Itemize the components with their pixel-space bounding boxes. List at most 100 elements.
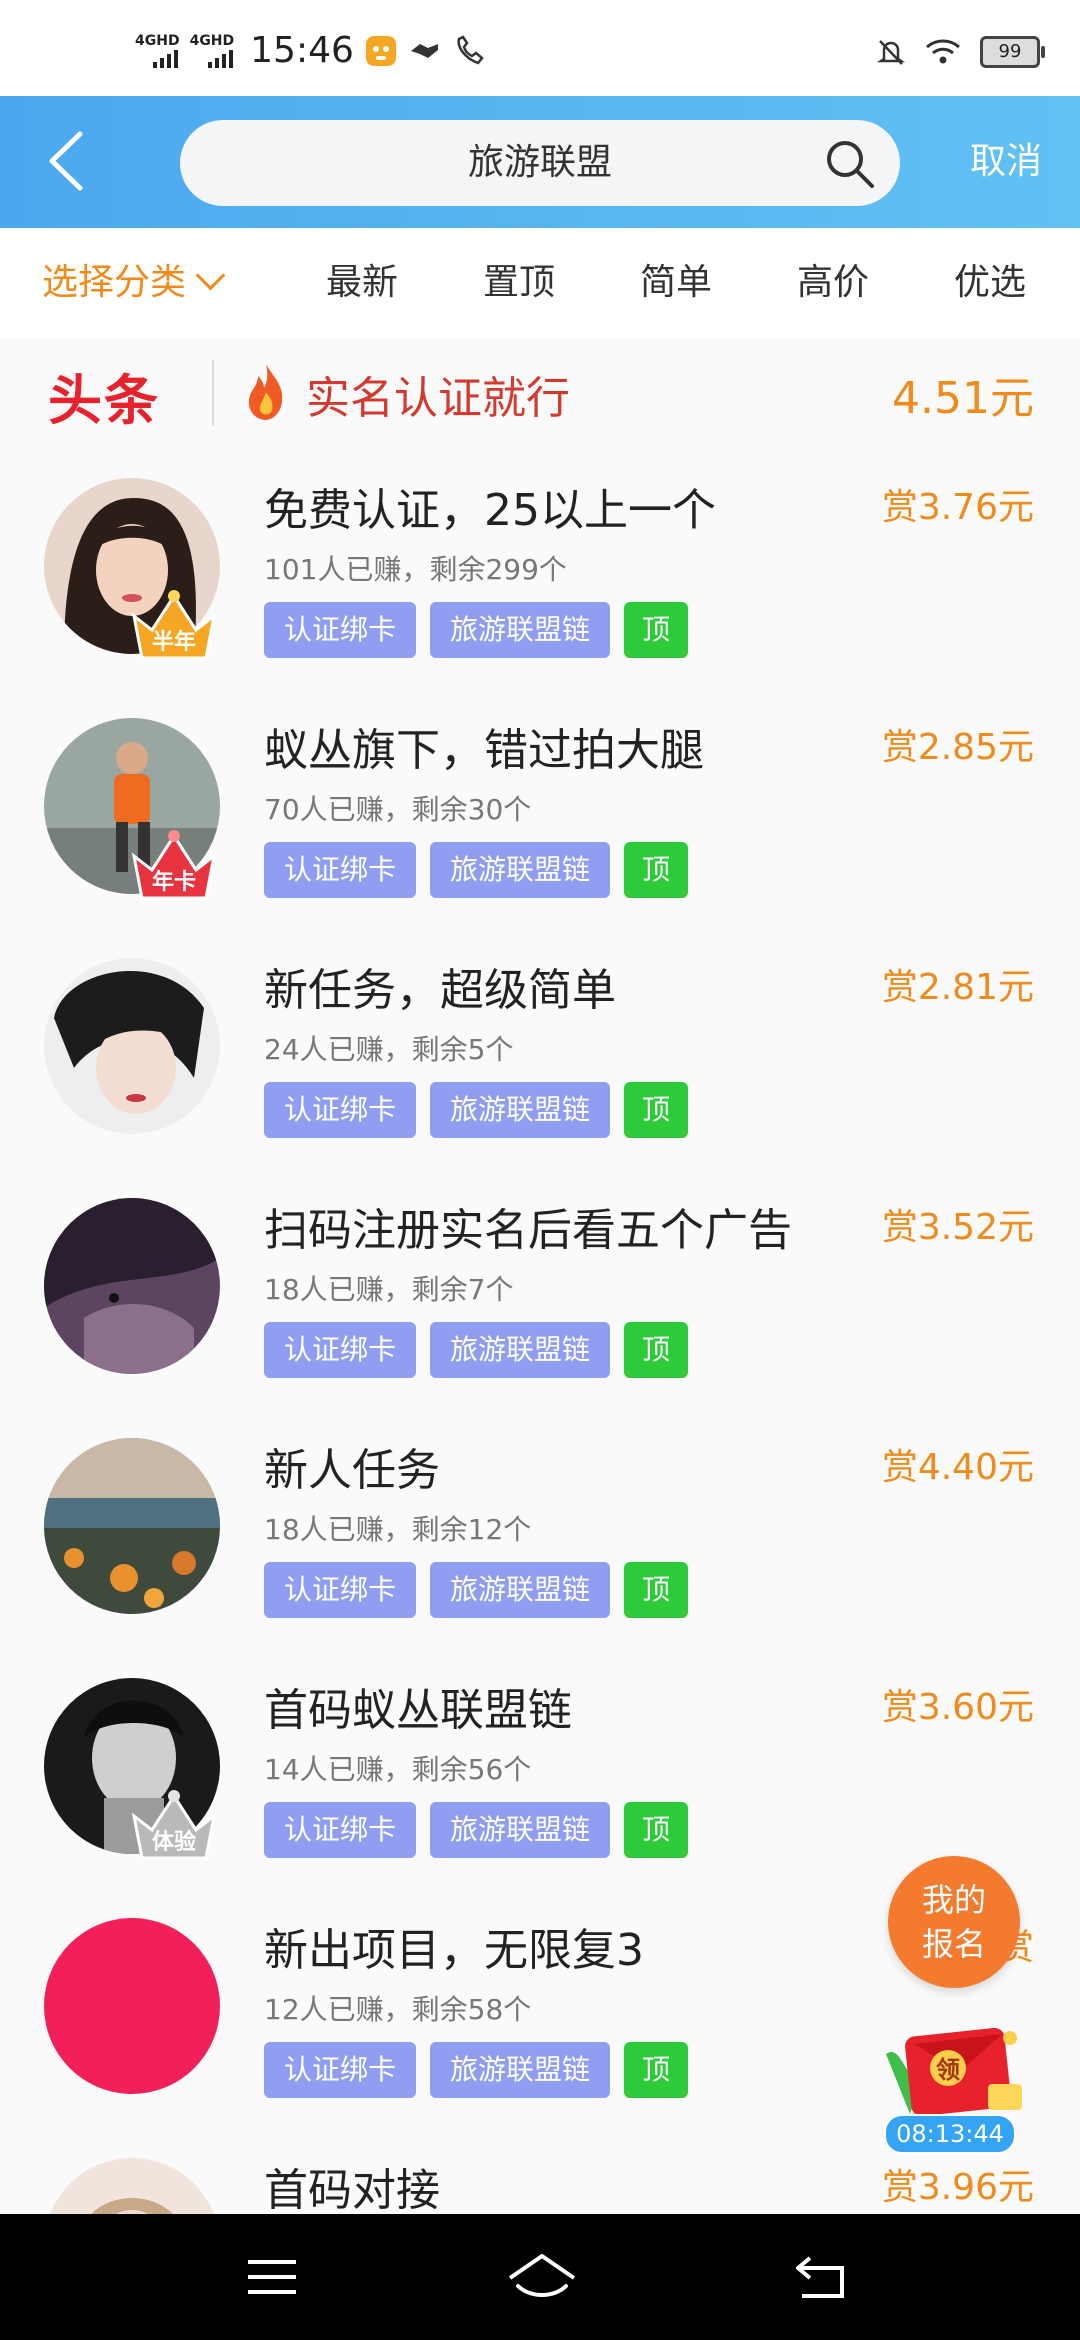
cancel-button[interactable]: 取消 <box>970 96 1042 228</box>
tab-latest[interactable]: 最新 <box>326 228 398 338</box>
task-stats: 70人已赚，剩余30个 <box>264 793 532 826</box>
tag-verify-card: 认证绑卡 <box>264 1082 417 1138</box>
crown-badge-icon <box>131 1790 217 1860</box>
network-type-label: 4GHD <box>189 32 235 49</box>
status-left: 4GHD 4GHD 15:46 <box>135 30 486 71</box>
back-arrow-icon[interactable] <box>40 126 100 196</box>
avatar <box>44 1438 220 1614</box>
search-input[interactable]: 旅游联盟 <box>180 120 900 206</box>
task-reward: 赏2.85元 <box>881 727 1034 768</box>
task-reward: 赏2.81元 <box>881 967 1034 1008</box>
avatar <box>44 1918 220 2094</box>
status-right: 99 <box>876 36 1045 68</box>
task-title: 扫码注册实名后看五个广告 <box>264 1205 792 1256</box>
tag-verify-card: 认证绑卡 <box>264 602 417 658</box>
system-nav-bar <box>0 2214 1080 2340</box>
search-header: 旅游联盟 取消 <box>0 96 1080 228</box>
chevron-down-icon <box>195 260 226 291</box>
list-item[interactable]: 半年 免费认证，25以上一个 赏3.76元 101人已赚，剩余299个 认证绑卡… <box>0 448 1080 688</box>
tag-group: 认证绑卡 旅游联盟链 顶 <box>264 1802 689 1858</box>
task-title: 新出项目，无限复3 <box>264 1925 644 1976</box>
crown-badge-icon <box>131 590 217 660</box>
tag-verify-card: 认证绑卡 <box>264 2042 417 2098</box>
task-title: 新任务，超级简单 <box>264 965 616 1016</box>
status-time: 15:46 <box>250 30 354 71</box>
tag-verify-card: 认证绑卡 <box>264 1322 417 1378</box>
tag-group: 认证绑卡 旅游联盟链 顶 <box>264 2042 689 2098</box>
tab-select-category[interactable]: 选择分类 <box>42 228 226 338</box>
task-stats: 101人已赚，剩余299个 <box>264 553 567 586</box>
tag-pinned: 顶 <box>624 842 689 898</box>
search-icon[interactable] <box>822 136 878 192</box>
task-stats: 24人已赚，剩余5个 <box>264 1033 514 1066</box>
tag-group: 认证绑卡 旅游联盟链 顶 <box>264 1322 689 1378</box>
headline-text: 实名认证就行 <box>306 373 570 424</box>
wifi-icon <box>926 39 960 64</box>
search-input-value: 旅游联盟 <box>467 142 612 183</box>
phone-icon <box>457 34 484 64</box>
task-reward: 赏3.96元 <box>881 2167 1034 2208</box>
task-reward: 赏3.60元 <box>881 1687 1034 1728</box>
signal-bars-icon <box>207 49 233 68</box>
tag-verify-card: 认证绑卡 <box>264 842 417 898</box>
list-item[interactable]: 新任务，超级简单 赏2.81元 24人已赚，剩余5个 认证绑卡 旅游联盟链 顶 <box>0 928 1080 1168</box>
headline-logo: 头条 <box>48 368 160 432</box>
task-title: 首码对接 <box>264 2165 440 2214</box>
tag-chain: 旅游联盟链 <box>430 602 611 658</box>
tag-group: 认证绑卡 旅游联盟链 顶 <box>264 1082 689 1138</box>
tag-chain: 旅游联盟链 <box>430 2042 611 2098</box>
handshake-icon <box>410 43 438 58</box>
task-reward: 赏4.40元 <box>881 1447 1034 1488</box>
tag-group: 认证绑卡 旅游联盟链 顶 <box>264 1562 689 1618</box>
list-item[interactable]: 新人任务 赏4.40元 18人已赚，剩余12个 认证绑卡 旅游联盟链 顶 <box>0 1408 1080 1648</box>
menu-icon[interactable] <box>240 2250 304 2304</box>
fab-label-line2: 报名 <box>921 1925 986 1963</box>
tab-pinned[interactable]: 置顶 <box>483 228 555 338</box>
tag-pinned: 顶 <box>624 1082 689 1138</box>
divider <box>212 360 214 426</box>
tab-high-price[interactable]: 高价 <box>797 228 869 338</box>
task-stats: 12人已赚，剩余58个 <box>264 1993 532 2026</box>
tab-featured[interactable]: 优选 <box>954 228 1026 338</box>
tag-verify-card: 认证绑卡 <box>264 1562 417 1618</box>
home-icon[interactable] <box>506 2250 578 2304</box>
tab-label: 选择分类 <box>42 262 187 303</box>
headline-banner[interactable]: 头条 实名认证就行 4.51元 <box>0 338 1080 448</box>
tag-chain: 旅游联盟链 <box>430 1562 611 1618</box>
list-item[interactable]: 体验 首码蚁丛联盟链 赏3.60元 14人已赚，剩余56个 认证绑卡 旅游联盟链… <box>0 1648 1080 1888</box>
task-title: 免费认证，25以上一个 <box>264 485 716 536</box>
countdown-timer: 08:13:44 <box>884 2114 1016 2154</box>
task-stats: 14人已赚，剩余56个 <box>264 1753 532 1786</box>
task-reward: 赏3.76元 <box>881 487 1034 528</box>
headline-price: 4.51元 <box>892 373 1034 424</box>
avatar <box>44 1198 220 1374</box>
tag-group: 认证绑卡 旅游联盟链 顶 <box>264 602 689 658</box>
mute-bell-icon <box>876 40 906 65</box>
tag-chain: 旅游联盟链 <box>430 842 611 898</box>
tiger-app-icon <box>365 35 396 66</box>
signal-sim1: 4GHD <box>135 34 180 68</box>
tag-group: 认证绑卡 旅游联盟链 顶 <box>264 842 689 898</box>
status-bar: 4GHD 4GHD 15:46 99 <box>0 0 1080 96</box>
tag-pinned: 顶 <box>624 1562 689 1618</box>
crown-badge-icon <box>131 830 217 900</box>
back-nav-icon[interactable] <box>790 2250 854 2304</box>
tag-chain: 旅游联盟链 <box>430 1082 611 1138</box>
fire-icon <box>248 364 283 420</box>
task-title: 新人任务 <box>264 1445 440 1496</box>
tab-simple[interactable]: 简单 <box>640 228 712 338</box>
fab-label-line1: 我的 <box>921 1881 986 1919</box>
tag-verify-card: 认证绑卡 <box>264 1802 417 1858</box>
list-item[interactable]: 年卡 蚁丛旗下，错过拍大腿 赏2.85元 70人已赚，剩余30个 认证绑卡 旅游… <box>0 688 1080 928</box>
list-item[interactable]: 扫码注册实名后看五个广告 赏3.52元 18人已赚，剩余7个 认证绑卡 旅游联盟… <box>0 1168 1080 1408</box>
tag-chain: 旅游联盟链 <box>430 1802 611 1858</box>
task-title: 首码蚁丛联盟链 <box>264 1685 572 1736</box>
signal-sim2: 4GHD <box>189 32 235 68</box>
filter-tabs: 选择分类 最新 置顶 简单 高价 优选 <box>0 228 1080 338</box>
tag-chain: 旅游联盟链 <box>430 1322 611 1378</box>
my-signups-button[interactable]: 我的 报名 <box>888 1856 1020 1988</box>
red-packet-label: 领 <box>936 2056 960 2084</box>
avatar <box>44 2158 220 2214</box>
tag-pinned: 顶 <box>624 1802 689 1858</box>
tag-pinned: 顶 <box>624 2042 689 2098</box>
